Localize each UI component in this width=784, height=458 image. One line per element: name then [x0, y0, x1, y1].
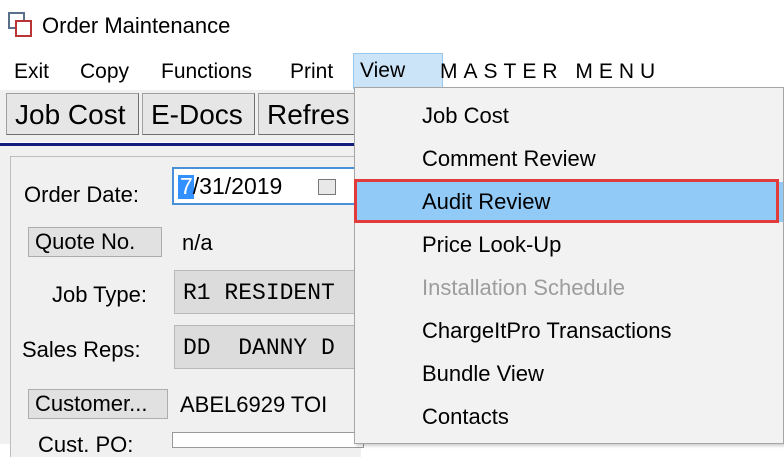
e-docs-button[interactable]: E-Docs	[142, 93, 255, 135]
menu-view[interactable]: View	[353, 53, 443, 89]
quote-value: n/a	[182, 230, 213, 255]
date-rest: /31/2019	[192, 173, 283, 199]
order-date-label: Order Date:	[24, 182, 139, 207]
customer-button[interactable]: Customer...	[28, 389, 168, 419]
menu-print[interactable]: Print	[284, 59, 339, 87]
view-menu-price-look-up[interactable]: Price Look-Up	[355, 225, 783, 265]
view-menu-chargeitpro-transactions[interactable]: ChargeItPro Transactions	[355, 311, 783, 351]
job-type-field[interactable]: R1 RESIDENT	[174, 270, 364, 314]
date-month-selected: 7	[180, 173, 193, 199]
job-cost-button[interactable]: Job Cost	[6, 93, 139, 135]
menu-functions[interactable]: Functions	[155, 59, 258, 87]
view-menu-bundle-view[interactable]: Bundle View	[355, 354, 783, 394]
cust-po-field[interactable]	[172, 432, 364, 448]
view-menu-job-cost[interactable]: Job Cost	[355, 96, 783, 136]
refresh-button[interactable]: Refres	[258, 93, 358, 135]
customer-value: ABEL6929 TOI	[180, 392, 328, 417]
order-date-field[interactable]: 7/31/2019	[172, 167, 362, 205]
window-title: Order Maintenance	[42, 13, 231, 38]
quote-no-button[interactable]: Quote No.	[28, 227, 162, 257]
sales-reps-field[interactable]: DD DANNY D	[174, 325, 364, 369]
menu-copy[interactable]: Copy	[74, 59, 135, 87]
menu-exit[interactable]: Exit	[8, 59, 55, 87]
sales-reps-label: Sales Reps:	[22, 337, 141, 362]
highlight-annotation-box	[354, 179, 779, 223]
app-icon	[8, 12, 32, 37]
menu-bar: Exit Copy Functions Print View MASTER ME…	[0, 52, 784, 90]
view-menu-installation-schedule: Installation Schedule	[422, 275, 626, 300]
master-menu-label: MASTER MENU	[440, 60, 662, 83]
cust-po-label: Cust. PO:	[38, 432, 134, 457]
view-menu-contacts[interactable]: Contacts	[355, 397, 783, 437]
view-menu-dropdown: Job Cost Comment Review Audit Review Pri…	[354, 87, 784, 444]
job-type-label: Job Type:	[52, 282, 147, 307]
view-menu-comment-review[interactable]: Comment Review	[355, 139, 783, 179]
title-bar: Order Maintenance	[0, 0, 784, 52]
calendar-icon[interactable]	[318, 179, 336, 195]
